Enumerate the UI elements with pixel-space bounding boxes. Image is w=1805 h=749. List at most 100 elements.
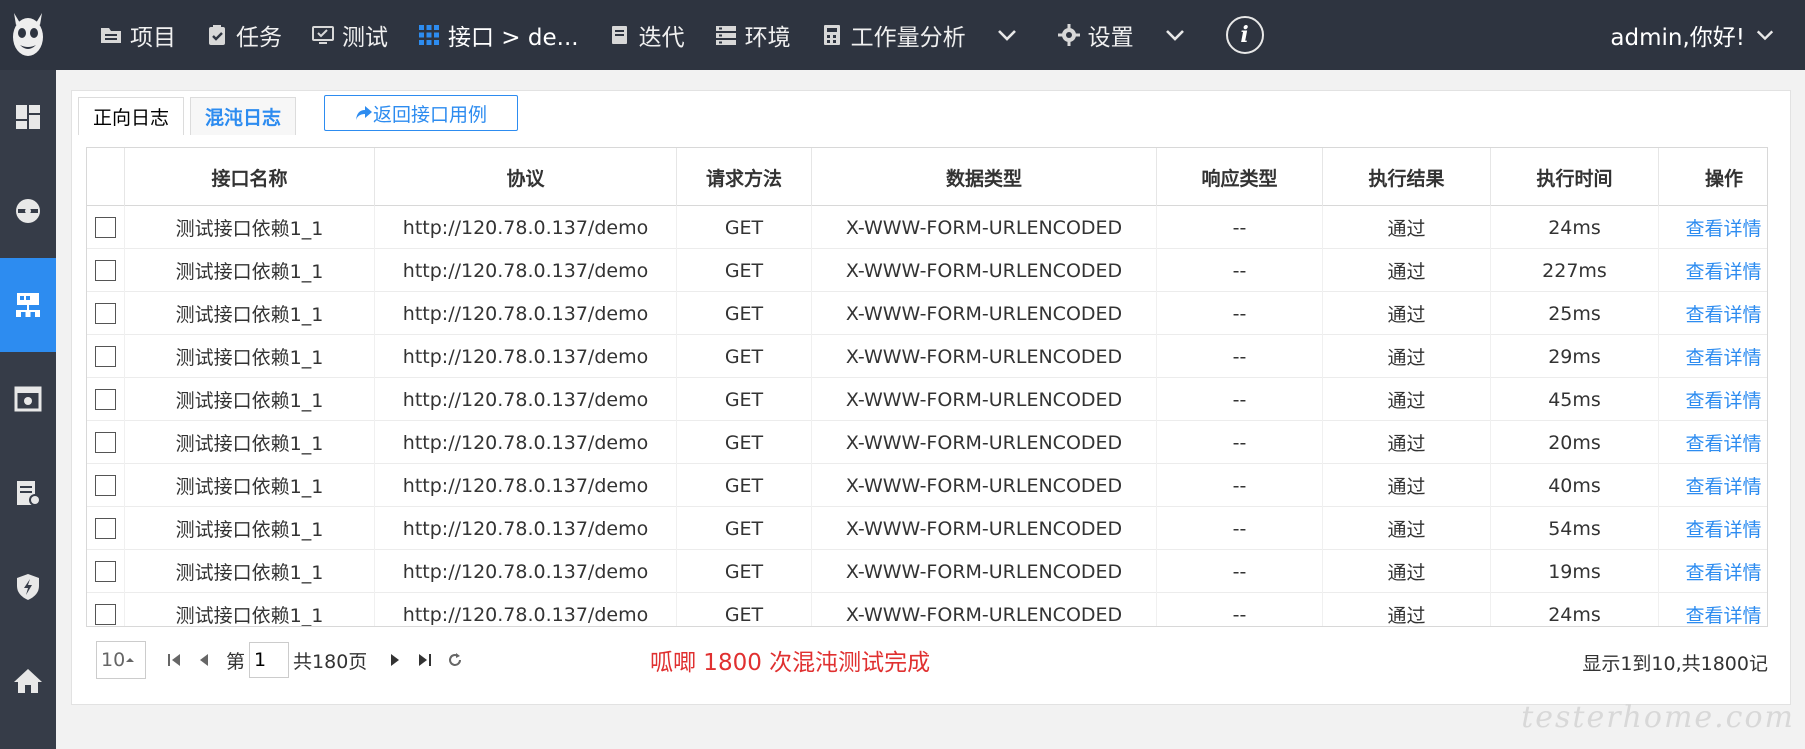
cell-action: 查看详情 [1659,550,1767,593]
top-navbar: 项目 任务 测试 接口 > de... 迭代 环境 工作量分析 设置 i adm… [0,0,1805,70]
chevron-down-icon[interactable] [996,24,1018,46]
return-to-cases-button[interactable]: 返回接口用例 [324,95,518,131]
cell-data-type-text: X-WWW-FORM-URLENCODED [845,302,1123,325]
view-details-link[interactable]: 查看详情 [1685,300,1761,327]
col-header-protocol[interactable]: 协议 [375,148,677,206]
view-details-link[interactable]: 查看详情 [1685,601,1761,626]
cell-response-type: -- [1157,464,1323,507]
cell-result: 通过 [1323,464,1491,507]
nav-item-task[interactable]: 任务 [206,0,282,70]
row-checkbox[interactable] [95,260,116,281]
view-details-link[interactable]: 查看详情 [1685,257,1761,284]
clipboard-check-icon [209,25,225,45]
view-details-link[interactable]: 查看详情 [1685,343,1761,370]
user-menu[interactable]: admin,你好! [1610,0,1775,70]
nav-item-environment[interactable]: 环境 [715,0,791,70]
table-row[interactable]: 测试接口依赖1_1 http://120.78.0.137/demo GET X-WW… [87,421,1767,464]
sidebar-item-home[interactable] [0,634,56,728]
col-header-time[interactable]: 执行时间 [1491,148,1659,206]
record-summary: 显示1到10,共1800记 [1582,653,1768,675]
nav-item-iteration[interactable]: 迭代 [609,0,685,70]
main-nav: 项目 任务 测试 接口 > de... 迭代 环境 工作量分析 设置 i [100,0,1264,70]
table-row[interactable]: 测试接口依赖1_1 http://120.78.0.137/demo GET X-WW… [87,378,1767,421]
row-checkbox[interactable] [95,389,116,410]
nav-label: 环境 [744,25,791,51]
tab-chaos-log[interactable]: 混沌日志 [190,97,297,135]
table-row[interactable]: 测试接口依赖1_1 http://120.78.0.137/demo GET X-WW… [87,335,1767,378]
scrollbar-track[interactable] [1795,70,1805,749]
page-size-select[interactable]: 10 [96,641,146,679]
nav-item-interface[interactable]: 接口 > de... [418,0,579,70]
sidebar-item-interface[interactable] [0,258,56,352]
row-checkbox[interactable] [95,303,116,324]
cell-response-type-text: -- [1232,259,1247,282]
table-row[interactable]: 测试接口依赖1_1 http://120.78.0.137/demo GET X-WW… [87,593,1767,626]
nav-item-project[interactable]: 项目 [100,0,176,70]
cell-time: 54ms [1491,507,1659,550]
last-page-icon[interactable] [417,652,433,668]
cell-data-type-text: X-WWW-FORM-URLENCODED [845,560,1123,583]
row-checkbox[interactable] [95,518,116,539]
view-details-link[interactable]: 查看详情 [1685,472,1761,499]
network-icon [16,293,40,317]
row-checkbox[interactable] [95,346,116,367]
row-checkbox[interactable] [95,475,116,496]
cell-protocol: http://120.78.0.137/demo [375,593,677,626]
row-checkbox[interactable] [95,561,116,582]
refresh-icon[interactable] [447,652,463,668]
nav-item-test[interactable]: 测试 [312,0,388,70]
cell-result-text: 通过 [1387,433,1426,455]
sidebar [0,70,56,749]
table-row[interactable]: 测试接口依赖1_1 http://120.78.0.137/demo GET X-WW… [87,550,1767,593]
info-button[interactable]: i [1225,16,1264,54]
info-icon: i [1240,22,1249,48]
prev-page-icon[interactable] [196,652,212,668]
sidebar-item-gauge[interactable] [0,164,56,258]
next-page-icon[interactable] [387,652,403,668]
row-checkbox[interactable] [95,217,116,238]
cell-protocol-text: http://120.78.0.137/demo [402,603,649,626]
col-header-response-type[interactable]: 响应类型 [1157,148,1323,206]
nav-item-workload-analysis[interactable]: 工作量分析 [821,0,966,70]
table-row[interactable]: 测试接口依赖1_1 http://120.78.0.137/demo GET X-WW… [87,292,1767,335]
app-logo[interactable] [0,0,56,70]
view-details-link[interactable]: 查看详情 [1685,515,1761,542]
cell-response-type-text: -- [1232,302,1247,325]
sidebar-item-security[interactable] [0,540,56,634]
cell-response-type: -- [1157,593,1323,626]
sidebar-item-dashboard[interactable] [0,70,56,164]
sidebar-item-report[interactable] [0,446,56,540]
chevron-down-icon[interactable] [1164,24,1186,46]
cell-data-type: X-WWW-FORM-URLENCODED [812,593,1157,626]
sidebar-item-window[interactable] [0,352,56,446]
nav-item-settings[interactable]: 设置 [1057,0,1134,70]
log-tabs: 正向日志 混沌日志 [78,95,302,135]
shield-icon [17,574,39,600]
row-checkbox[interactable] [95,604,116,625]
col-header-method[interactable]: 请求方法 [677,148,812,206]
cell-protocol: http://120.78.0.137/demo [375,292,677,335]
cell-data-type: X-WWW-FORM-URLENCODED [812,292,1157,335]
col-header-data-type[interactable]: 数据类型 [812,148,1157,206]
tab-forward-log[interactable]: 正向日志 [78,97,185,135]
cell-result: 通过 [1323,421,1491,464]
view-details-link[interactable]: 查看详情 [1685,214,1761,241]
row-checkbox-cell [87,550,125,593]
watermark-text: testerhome.com [1521,700,1795,735]
col-header-name[interactable]: 接口名称 [125,148,375,206]
cell-protocol-text: http://120.78.0.137/demo [402,302,649,325]
cell-protocol-text: http://120.78.0.137/demo [402,560,649,583]
view-details-link[interactable]: 查看详情 [1685,386,1761,413]
row-checkbox[interactable] [95,432,116,453]
table-row[interactable]: 测试接口依赖1_1 http://120.78.0.137/demo GET X-WW… [87,464,1767,507]
table-row[interactable]: 测试接口依赖1_1 http://120.78.0.137/demo GET X-WW… [87,206,1767,249]
view-details-link[interactable]: 查看详情 [1685,558,1761,585]
table-row[interactable]: 测试接口依赖1_1 http://120.78.0.137/demo GET X-WW… [87,507,1767,550]
table-row[interactable]: 测试接口依赖1_1 http://120.78.0.137/demo GET X-WW… [87,249,1767,292]
page-number-input[interactable] [249,642,290,678]
cell-protocol-text: http://120.78.0.137/demo [402,388,649,411]
col-header-result[interactable]: 执行结果 [1323,148,1491,206]
view-details-link[interactable]: 查看详情 [1685,429,1761,456]
first-page-icon[interactable] [166,652,182,668]
cell-data-type-text: X-WWW-FORM-URLENCODED [845,216,1123,239]
